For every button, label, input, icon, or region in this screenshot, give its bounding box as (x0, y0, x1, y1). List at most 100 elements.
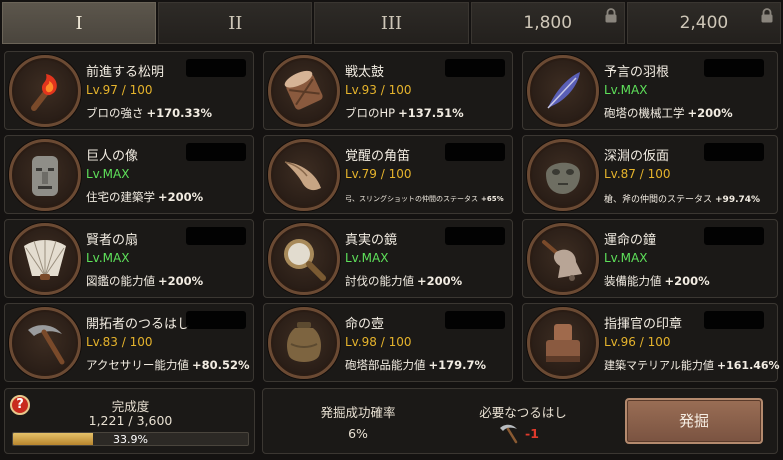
relic-name: 戦太鼓 (345, 65, 385, 80)
redaction-mark (445, 311, 505, 329)
fan-icon (24, 240, 66, 280)
relic-effect: 砲塔部品能力値 +179.7% (345, 357, 486, 373)
effect-value: +200% (158, 274, 204, 288)
effect-label: 装備能力値 (604, 274, 662, 288)
completion-count: 1,221 / 3,600 (88, 413, 173, 428)
relic-level: Lv.97 / 100 (86, 83, 153, 97)
tab-cost-label: 2,400 (679, 13, 729, 33)
relic-name: 指揮官の印章 (604, 317, 683, 332)
giant-statue-icon (32, 156, 58, 196)
effect-value: +99.74% (715, 195, 761, 205)
relic-grid: 前進する松明 Lv.97 / 100 ブロの強さ +170.33% 戦太鼓 Lv.… (4, 51, 780, 382)
relic-effect: 建築マテリアル能力値 +161.46% (604, 357, 780, 373)
tab-1[interactable]: I (2, 2, 157, 44)
effect-label: 砲塔の機械工学 (604, 106, 685, 120)
mirror-icon (284, 239, 326, 281)
relic-name: 命の壺 (345, 317, 385, 332)
redaction-mark (186, 143, 246, 161)
completion-panel: ? 完成度 1,221 / 3,600 33.9% (4, 388, 255, 454)
pickaxe-icon (28, 325, 65, 365)
effect-label: ブロの強さ (86, 106, 144, 120)
tab-5-locked[interactable]: 2,400 (626, 2, 782, 44)
horn-icon (284, 161, 321, 191)
relic-name: 覚醒の角笛 (345, 149, 411, 164)
effect-value: +200% (158, 190, 204, 204)
torch-icon (31, 74, 57, 111)
effect-value: +161.46% (716, 359, 780, 372)
relic-level: Lv.79 / 100 (345, 167, 412, 181)
relic-portrait (527, 307, 599, 379)
effect-value: +170.33% (146, 106, 213, 120)
redaction-mark (445, 143, 505, 161)
effect-value: +200% (664, 274, 710, 288)
relic-level: Lv.MAX (86, 167, 130, 181)
tab-cost-label: 1,800 (523, 13, 573, 33)
relic-portrait (527, 223, 599, 295)
relic-portrait (268, 139, 340, 211)
relic-effect: 砲塔の機械工学 +200% (604, 105, 733, 121)
success-rate-label: 発掘成功確率 (320, 405, 396, 420)
relic-effect: 槍、斧の仲間のステータス +99.74% (604, 192, 760, 205)
effect-label: 図鑑の能力値 (86, 274, 155, 288)
relic-level: Lv.MAX (86, 251, 130, 265)
relic-card[interactable]: 予言の羽根 Lv.MAX 砲塔の機械工学 +200% (522, 51, 778, 130)
effect-label: 砲塔部品能力値 (345, 358, 426, 372)
required-pickaxe-label: 必要なつるはし (479, 405, 567, 420)
relic-effect: 住宅の建築学 +200% (86, 189, 203, 205)
excavation-panel: 発掘成功確率 6% 必要なつるはし -1 発掘 (262, 388, 778, 454)
relic-name: 開拓者のつるはし (86, 317, 191, 332)
required-pickaxe-value: -1 (525, 426, 539, 441)
tab-2[interactable]: II (158, 2, 313, 44)
effect-value: +65% (481, 195, 504, 203)
relic-card[interactable]: 命の壺 Lv.98 / 100 砲塔部品能力値 +179.7% (263, 303, 513, 382)
relic-card[interactable]: 覚醒の角笛 Lv.79 / 100 弓、スリングショットの仲間のステータス +65… (263, 135, 513, 214)
relic-effect: 弓、スリングショットの仲間のステータス +65% (345, 194, 504, 204)
tab-bar: I II III 1,800 2,400 (2, 2, 782, 44)
relic-portrait (268, 55, 340, 127)
relic-name: 深淵の仮面 (604, 149, 670, 164)
effect-label: 槍、斧の仲間のステータス (604, 195, 713, 205)
completion-percent: 33.9% (113, 433, 148, 446)
relic-effect: 討伐の能力値 +200% (345, 273, 462, 289)
tab-3[interactable]: III (314, 2, 469, 44)
relic-card[interactable]: 深淵の仮面 Lv.87 / 100 槍、斧の仲間のステータス +99.74% (522, 135, 778, 214)
bell-icon (542, 240, 582, 281)
effect-label: 住宅の建築学 (86, 190, 155, 204)
excavate-button[interactable]: 発掘 (625, 398, 763, 444)
relic-effect: 装備能力値 +200% (604, 273, 710, 289)
relic-portrait (268, 307, 340, 379)
relic-name: 予言の羽根 (604, 65, 670, 80)
effect-label: 討伐の能力値 (345, 274, 414, 288)
relic-level: Lv.MAX (345, 251, 389, 265)
relic-card[interactable]: 運命の鐘 Lv.MAX 装備能力値 +200% (522, 219, 778, 298)
relic-card[interactable]: 前進する松明 Lv.97 / 100 ブロの強さ +170.33% (4, 51, 254, 130)
relic-level: Lv.93 / 100 (345, 83, 412, 97)
effect-label: アクセサリー能力値 (86, 358, 189, 372)
redaction-mark (445, 227, 505, 245)
relic-portrait (527, 55, 599, 127)
relic-effect: 図鑑の能力値 +200% (86, 273, 203, 289)
lock-icon (761, 8, 773, 23)
tab-4-locked[interactable]: 1,800 (470, 2, 625, 44)
feather-icon (547, 72, 580, 109)
stone-mask-icon (546, 162, 580, 194)
relic-card[interactable]: 指揮官の印章 Lv.96 / 100 建築マテリアル能力値 +161.46% (522, 303, 780, 382)
relic-level: Lv.96 / 100 (604, 335, 671, 349)
war-drum-icon (284, 70, 323, 110)
relic-card[interactable]: 開拓者のつるはし Lv.83 / 100 アクセサリー能力値 +80.52% (4, 303, 254, 382)
redaction-mark (445, 59, 505, 77)
jar-icon (287, 322, 321, 362)
effect-value: +179.7% (428, 358, 487, 372)
relic-portrait (9, 223, 81, 295)
relic-card[interactable]: 戦太鼓 Lv.93 / 100 ブロのHP +137.51% (263, 51, 513, 130)
effect-label: 建築マテリアル能力値 (604, 359, 714, 372)
relic-level: Lv.87 / 100 (604, 167, 671, 181)
effect-label: 弓、スリングショットの仲間のステータス (345, 195, 478, 203)
relic-card[interactable]: 巨人の像 Lv.MAX 住宅の建築学 +200% (4, 135, 254, 214)
relic-card[interactable]: 真実の鏡 Lv.MAX 討伐の能力値 +200% (263, 219, 513, 298)
effect-value: +200% (687, 106, 733, 120)
relic-card[interactable]: 賢者の扇 Lv.MAX 図鑑の能力値 +200% (4, 219, 254, 298)
relic-name: 運命の鐘 (604, 233, 657, 248)
relic-effect: ブロのHP +137.51% (345, 105, 464, 121)
completion-bar: 33.9% (12, 432, 249, 446)
